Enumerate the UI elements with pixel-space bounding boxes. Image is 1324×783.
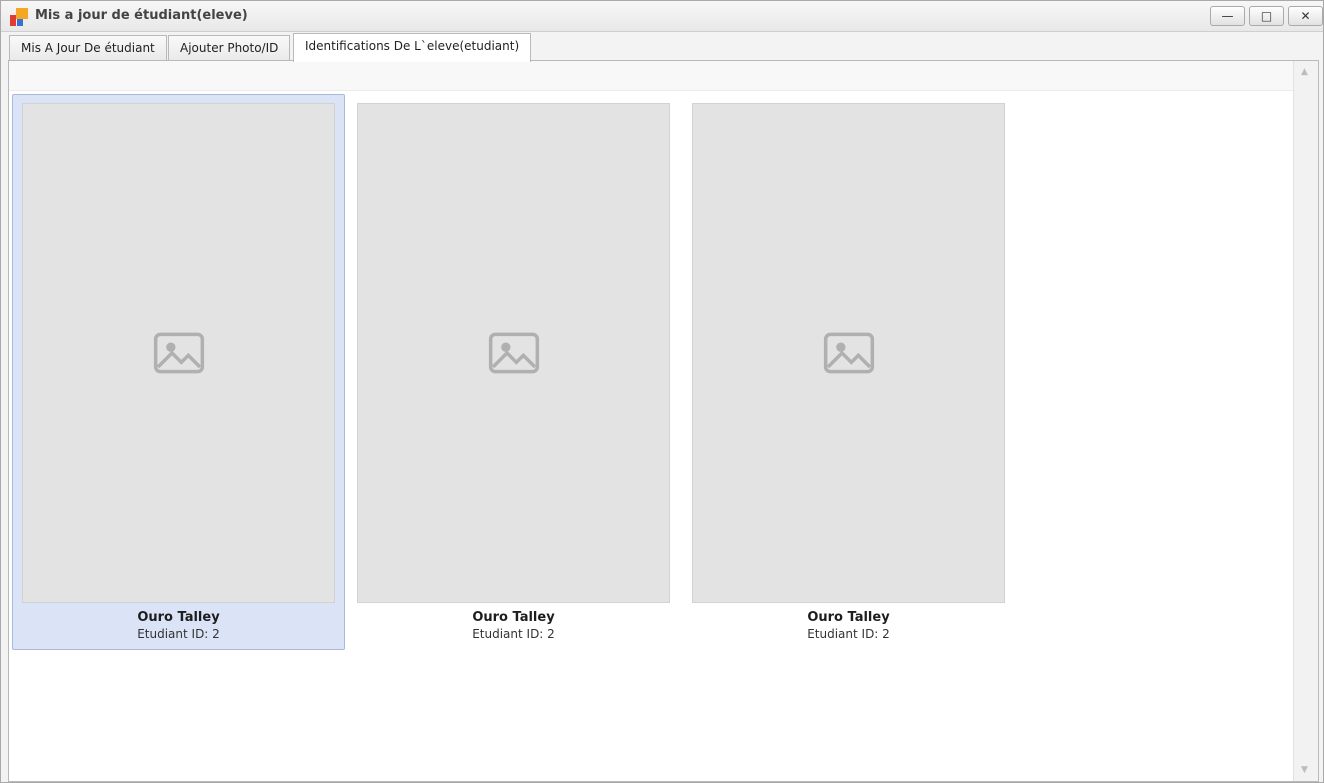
filter-bar bbox=[9, 61, 1293, 91]
scroll-down-icon[interactable]: ▼ bbox=[1301, 765, 1308, 775]
student-name: Ouro Talley bbox=[807, 610, 890, 625]
app-window: Mis a jour de étudiant(eleve) — □ ✕ Mis … bbox=[0, 0, 1324, 783]
image-placeholder-icon bbox=[823, 332, 874, 374]
image-placeholder-icon bbox=[153, 332, 204, 374]
student-photo-placeholder bbox=[692, 103, 1005, 603]
tab-strip: Mis A Jour De étudiant Ajouter Photo/ID … bbox=[9, 32, 1323, 62]
tab-add-photo[interactable]: Ajouter Photo/ID bbox=[168, 35, 291, 61]
tab-identifications[interactable]: Identifications De L`eleve(etudiant) bbox=[293, 33, 532, 62]
student-photo-placeholder bbox=[22, 103, 335, 603]
app-logo-icon bbox=[10, 8, 28, 26]
window-title: Mis a jour de étudiant(eleve) bbox=[35, 8, 248, 23]
student-name: Ouro Talley bbox=[137, 610, 220, 625]
tab-update-student[interactable]: Mis A Jour De étudiant bbox=[9, 35, 167, 61]
student-id: Etudiant ID: 2 bbox=[472, 627, 555, 641]
student-name: Ouro Talley bbox=[472, 610, 555, 625]
close-button[interactable]: ✕ bbox=[1288, 6, 1323, 26]
scroll-up-icon[interactable]: ▲ bbox=[1301, 67, 1308, 77]
student-id: Etudiant ID: 2 bbox=[137, 627, 220, 641]
student-card[interactable]: Ouro Talley Etudiant ID: 2 bbox=[347, 94, 680, 650]
student-card[interactable]: Ouro Talley Etudiant ID: 2 bbox=[12, 94, 345, 650]
student-photo-placeholder bbox=[357, 103, 670, 603]
title-bar[interactable]: Mis a jour de étudiant(eleve) — □ ✕ bbox=[1, 1, 1323, 32]
student-card[interactable]: Ouro Talley Etudiant ID: 2 bbox=[682, 94, 1015, 650]
maximize-button[interactable]: □ bbox=[1249, 6, 1284, 26]
identifications-panel: Ouro Talley Etudiant ID: 2 Ouro Talley E… bbox=[8, 60, 1319, 782]
vertical-scrollbar[interactable]: ▲ ▼ bbox=[1293, 61, 1318, 781]
minimize-button[interactable]: — bbox=[1210, 6, 1245, 26]
student-id: Etudiant ID: 2 bbox=[807, 627, 890, 641]
image-placeholder-icon bbox=[488, 332, 539, 374]
